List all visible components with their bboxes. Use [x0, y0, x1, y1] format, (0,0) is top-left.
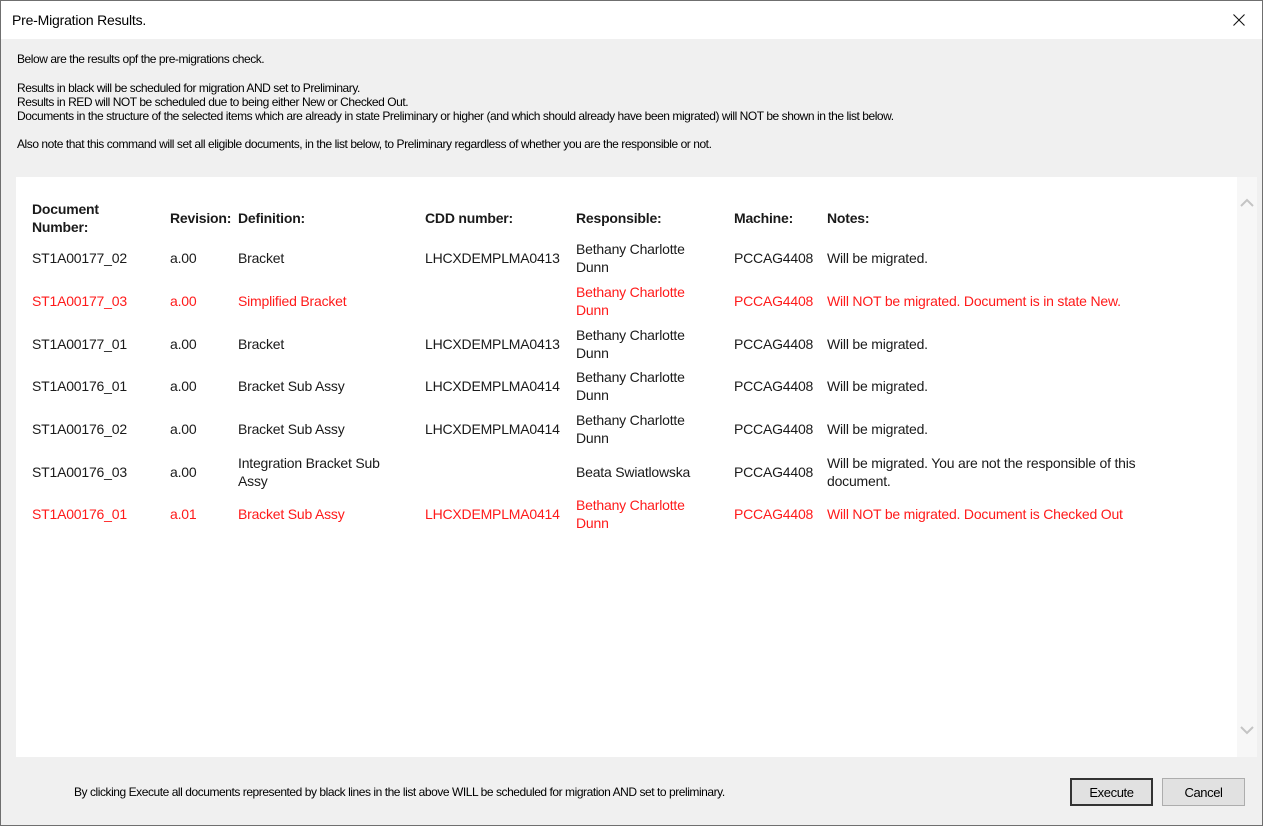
- header-document-number: Document Number:: [32, 201, 99, 235]
- execute-button[interactable]: Execute: [1070, 778, 1153, 806]
- cell-document-number: ST1A00177_01: [32, 335, 127, 352]
- header-machine: Machine:: [734, 210, 794, 226]
- cell-revision: a.00: [170, 378, 197, 395]
- header-responsible: Responsible:: [576, 210, 662, 226]
- cell-cdd-number: LHCXDEMPLMA0413: [425, 250, 560, 267]
- intro-text: Below are the results opf the pre-migrat…: [17, 52, 894, 151]
- cell-document-number: ST1A00177_03: [32, 293, 127, 310]
- close-button[interactable]: [1216, 1, 1262, 39]
- results-table: Document Number: Revision: Definition: C…: [32, 199, 1197, 536]
- cell-cdd-number: LHCXDEMPLMA0414: [425, 421, 560, 438]
- cell-responsible: Bethany Charlotte Dunn: [576, 497, 685, 532]
- header-cdd-number: CDD number:: [425, 210, 514, 226]
- cell-cdd-number: LHCXDEMPLMA0414: [425, 506, 560, 523]
- cell-definition: Bracket: [238, 335, 285, 352]
- footer-info-text: By clicking Execute all documents repres…: [74, 785, 725, 799]
- cell-notes: Will be migrated.: [827, 335, 928, 352]
- cell-responsible: Bethany Charlotte Dunn: [576, 241, 685, 276]
- cell-machine: PCCAG4408: [734, 421, 814, 438]
- chevron-up-icon: [1240, 198, 1254, 207]
- cell-document-number: ST1A00176_01: [32, 506, 127, 523]
- table-row[interactable]: ST1A00176_02 a.00 Bracket Sub Assy LHCXDEMP…: [32, 408, 1197, 451]
- title-bar: Pre-Migration Results.: [1, 1, 1262, 39]
- cell-notes: Will be migrated.: [827, 378, 928, 395]
- results-list[interactable]: Document Number: Revision: Definition: C…: [16, 177, 1257, 757]
- vertical-scrollbar[interactable]: [1237, 177, 1257, 757]
- cell-cdd-number: LHCXDEMPLMA0414: [425, 378, 560, 395]
- cell-machine: PCCAG4408: [734, 378, 814, 395]
- cell-notes: Will NOT be migrated. Document is in sta…: [827, 293, 1121, 310]
- cell-notes: Will be migrated.: [827, 421, 928, 438]
- cell-responsible: Bethany Charlotte Dunn: [576, 412, 685, 447]
- cell-document-number: ST1A00176_03: [32, 463, 127, 480]
- cell-definition: Simplified Bracket: [238, 293, 347, 310]
- cell-machine: PCCAG4408: [734, 250, 814, 267]
- intro-line-4: Documents in the structure of the select…: [17, 109, 894, 123]
- cell-machine: PCCAG4408: [734, 335, 814, 352]
- table-header: Document Number: Revision: Definition: C…: [32, 199, 1197, 237]
- table-row[interactable]: ST1A00177_02 a.00 Bracket LHCXDEMPLMA0413 Be…: [32, 237, 1197, 280]
- table-row[interactable]: ST1A00176_03 a.00 Integration Bracket Sub …: [32, 450, 1197, 493]
- intro-line-3: Results in RED will NOT be scheduled due…: [17, 95, 409, 109]
- cancel-button[interactable]: Cancel: [1162, 778, 1245, 806]
- cell-document-number: ST1A00176_02: [32, 421, 127, 438]
- table-row[interactable]: ST1A00176_01 a.01 Bracket Sub Assy LHCXDEMP…: [32, 493, 1197, 536]
- cell-revision: a.00: [170, 293, 197, 310]
- scroll-down-button[interactable]: [1239, 722, 1255, 738]
- cell-notes: Will be migrated.: [827, 250, 928, 267]
- header-notes: Notes:: [827, 210, 870, 226]
- cell-definition: Bracket Sub Assy: [238, 421, 345, 438]
- cell-responsible: Bethany Charlotte Dunn: [576, 284, 685, 319]
- cell-definition: Bracket Sub Assy: [238, 378, 345, 395]
- pre-migration-dialog: Pre-Migration Results. Below are the res…: [0, 0, 1263, 826]
- table-row[interactable]: ST1A00177_03 a.00 Simplified Bracket Bethan…: [32, 280, 1197, 323]
- cell-definition: Bracket Sub Assy: [238, 506, 345, 523]
- table-row[interactable]: ST1A00177_01 a.00 Bracket LHCXDEMPLMA0413 Be…: [32, 322, 1197, 365]
- intro-line-2: Results in black will be scheduled for m…: [17, 81, 360, 95]
- cell-definition: Bracket: [238, 250, 285, 267]
- cell-revision: a.01: [170, 506, 197, 523]
- scroll-up-button[interactable]: [1239, 195, 1255, 211]
- table-row[interactable]: ST1A00176_01 a.00 Bracket Sub Assy LHCXDEMP…: [32, 365, 1197, 408]
- close-icon: [1233, 14, 1245, 26]
- cell-document-number: ST1A00176_01: [32, 378, 127, 395]
- cell-responsible: Bethany Charlotte Dunn: [576, 326, 685, 361]
- cell-revision: a.00: [170, 335, 197, 352]
- cell-machine: PCCAG4408: [734, 293, 814, 310]
- intro-line-5: Also note that this command will set all…: [17, 137, 712, 151]
- cell-definition: Integration Bracket Sub Assy: [238, 454, 380, 489]
- dialog-title: Pre-Migration Results.: [12, 12, 147, 28]
- intro-line-1: Below are the results opf the pre-migrat…: [17, 52, 265, 66]
- cell-notes: Will be migrated. You are not the respon…: [827, 454, 1136, 489]
- header-revision: Revision:: [170, 210, 232, 226]
- cell-revision: a.00: [170, 250, 197, 267]
- cell-document-number: ST1A00177_02: [32, 250, 127, 267]
- chevron-down-icon: [1240, 726, 1254, 735]
- cell-machine: PCCAG4408: [734, 506, 814, 523]
- cell-cdd-number: LHCXDEMPLMA0413: [425, 335, 560, 352]
- cell-revision: a.00: [170, 421, 197, 438]
- cell-revision: a.00: [170, 463, 197, 480]
- cell-responsible: Bethany Charlotte Dunn: [576, 369, 685, 404]
- cell-machine: PCCAG4408: [734, 463, 814, 480]
- cell-responsible: Beata Swiatlowska: [576, 463, 691, 480]
- header-definition: Definition:: [238, 210, 306, 226]
- cell-notes: Will NOT be migrated. Document is Checke…: [827, 506, 1123, 523]
